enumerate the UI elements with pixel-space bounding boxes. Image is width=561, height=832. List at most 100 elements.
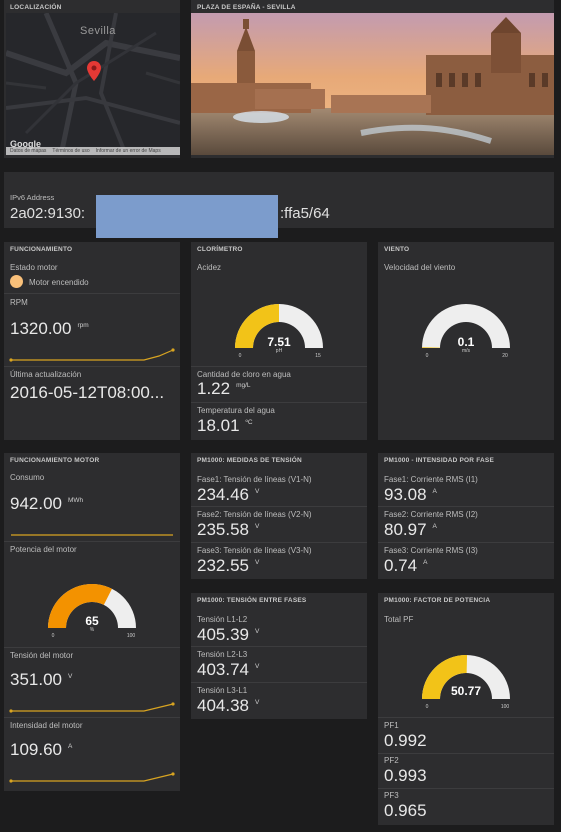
total-pf-min: 0 (426, 704, 429, 710)
panel-title: VIENTO (384, 246, 410, 253)
consumo-unit: MWh (68, 497, 84, 504)
motor-status-led (10, 275, 23, 288)
map-footer: Datos de mapas Términos de uso Informar … (6, 147, 180, 155)
fase2-tension-label: Fase2: Tensión de líneas (V2-N) (197, 510, 312, 519)
fase1-corriente-label: Fase1: Corriente RMS (I1) (384, 475, 478, 484)
panel-title: FUNCIONAMIENTO (10, 246, 73, 253)
tension-sparkline (9, 702, 175, 713)
consumo-value: 942.00 MWh (10, 494, 84, 513)
potencia-gauge-max: 100 (127, 633, 136, 639)
map-pin-icon[interactable] (87, 61, 101, 81)
motor-panel: FUNCIONAMIENTO MOTOR Consumo 942.00 MWh P… (4, 453, 180, 791)
temp-label: Temperatura del agua (197, 406, 275, 415)
tension-motor-label: Tensión del motor (10, 651, 74, 660)
pf1-label: PF1 (384, 721, 399, 730)
temp-unit: ºC (245, 419, 253, 426)
cloro-label: Cantidad de cloro en agua (197, 370, 291, 379)
wind-gauge-min: 0 (426, 353, 429, 359)
panel-title: PLAZA DE ESPAÑA - SEVILLA (197, 4, 296, 11)
fase1-corriente-value: 93.08 A (384, 485, 437, 504)
pm-factor-panel: PM1000: FACTOR DE POTENCIA Total PF 50.7… (378, 593, 554, 825)
cloro-unit: mg/L (236, 382, 251, 389)
l1l2-label: Tensión L1-L2 (197, 615, 248, 624)
panel-title: PM1000: MEDIDAS DE TENSIÓN (197, 457, 302, 464)
fase3-corriente-label: Fase3: Corriente RMS (I3) (384, 546, 478, 555)
fase1-tension-label: Fase1: Tensión de líneas (V1-N) (197, 475, 312, 484)
pf2-label: PF2 (384, 756, 399, 765)
panel-title: CLORÍMETRO (197, 246, 243, 253)
consumo-label: Consumo (10, 473, 45, 482)
rpm-unit: rpm (77, 322, 89, 329)
pm-fases-panel: PM1000: TENSIÓN ENTRE FASES Tensión L1-L… (191, 593, 367, 719)
viento-panel: VIENTO Velocidad del viento 0.1 m/s 0 20 (378, 242, 554, 440)
map-city-label: Sevilla (80, 25, 116, 37)
ipv6-suffix: :ffa5/64 (280, 205, 330, 222)
total-pf-value: 50.77 (451, 684, 481, 698)
fase2-tension-value: 235.58 V (197, 520, 260, 539)
l3l1-label: Tensión L3-L1 (197, 686, 248, 695)
temp-value: 18.01 ºC (197, 416, 253, 435)
ipv6-prefix: 2a02:9130: (10, 205, 86, 222)
fase2-corriente-label: Fase2: Corriente RMS (I2) (384, 510, 478, 519)
tension-motor-value: 351.00 V (10, 670, 73, 689)
cloro-value: 1.22 mg/L (197, 379, 251, 398)
panel-title: PM1000: FACTOR DE POTENCIA (384, 597, 491, 604)
fase3-corriente-value: 0.74 A (384, 556, 428, 575)
map-view[interactable]: Sevilla Google Datos de mapas Términos d… (6, 13, 180, 155)
rpm-value: 1320.00 rpm (10, 319, 89, 338)
acidez-gauge: 7.51 pH 0 15 (235, 304, 323, 359)
intensidad-sparkline (9, 772, 175, 783)
fase2-corriente-value: 80.97 A (384, 520, 437, 539)
redaction-box (96, 195, 278, 238)
fase3-tension-value: 232.55 V (197, 556, 260, 575)
map-report-link[interactable]: Informar de un error de Maps (96, 147, 161, 155)
potencia-gauge: 65 % 0 100 (48, 584, 136, 639)
acidez-gauge-unit: pH (276, 348, 283, 354)
pm-tension-panel: PM1000: MEDIDAS DE TENSIÓN Fase1: Tensió… (191, 453, 367, 579)
pm-intensidad-panel: PM1000 - INTENSIDAD POR FASE Fase1: Corr… (378, 453, 554, 579)
pf2-value: 0.993 (384, 766, 427, 785)
wind-gauge-unit: m/s (462, 348, 471, 354)
acidez-gauge-max: 15 (315, 353, 321, 359)
potencia-gauge-min: 0 (52, 633, 55, 639)
potencia-gauge-value: 65 (85, 614, 99, 628)
fase1-tension-value: 234.46 V (197, 485, 260, 504)
rpm-sparkline (9, 348, 175, 362)
photo-panel: PLAZA DE ESPAÑA - SEVILLA (191, 0, 554, 158)
wind-gauge-value: 0.1 (458, 335, 475, 349)
l2l3-label: Tensión L2-L3 (197, 650, 248, 659)
funcionamiento-panel: FUNCIONAMIENTO Estado motor Motor encend… (4, 242, 180, 440)
rpm-label: RPM (10, 298, 28, 307)
potencia-gauge-unit: % (90, 627, 95, 633)
wind-gauge-max: 20 (502, 353, 508, 359)
map-data-link[interactable]: Datos de mapas (10, 147, 46, 155)
ipv6-label: IPv6 Address (10, 193, 55, 202)
wind-gauge: 0.1 m/s 0 20 (422, 304, 510, 359)
panel-title: PM1000 - INTENSIDAD POR FASE (384, 457, 494, 464)
acidez-label: Acidez (197, 263, 222, 272)
total-pf-gauge: 50.77 0 100 (422, 655, 510, 710)
l2l3-value: 403.74 V (197, 660, 260, 679)
intensidad-motor-value: 109.60 A (10, 740, 73, 759)
map-terms-link[interactable]: Términos de uso (52, 147, 89, 155)
intensidad-motor-label: Intensidad del motor (10, 721, 83, 730)
pf3-label: PF3 (384, 791, 399, 800)
consumo-sparkline (11, 534, 173, 536)
motor-state-label: Estado motor (10, 263, 58, 272)
last-update-label: Última actualización (10, 370, 82, 379)
panel-title: LOCALIZACIÓN (10, 4, 62, 11)
panel-title: FUNCIONAMIENTO MOTOR (10, 457, 100, 464)
acidez-gauge-value: 7.51 (267, 335, 291, 349)
tension-motor-unit: V (68, 673, 73, 680)
acidez-gauge-min: 0 (239, 353, 242, 359)
potencia-label: Potencia del motor (10, 545, 77, 554)
l1l2-value: 405.39 V (197, 625, 260, 644)
map-panel: LOCALIZACIÓN Sevilla Google Datos de map… (4, 0, 180, 158)
pf3-value: 0.965 (384, 801, 427, 820)
last-update-value: 2016-05-12T08:00... (10, 383, 165, 402)
ipv6-panel: IPv6 Address 2a02:9130: :ffa5/64 (4, 172, 554, 238)
intensidad-motor-unit: A (68, 743, 73, 750)
total-pf-label: Total PF (384, 615, 414, 624)
motor-state-value: Motor encendido (29, 278, 89, 287)
total-pf-max: 100 (501, 704, 510, 710)
